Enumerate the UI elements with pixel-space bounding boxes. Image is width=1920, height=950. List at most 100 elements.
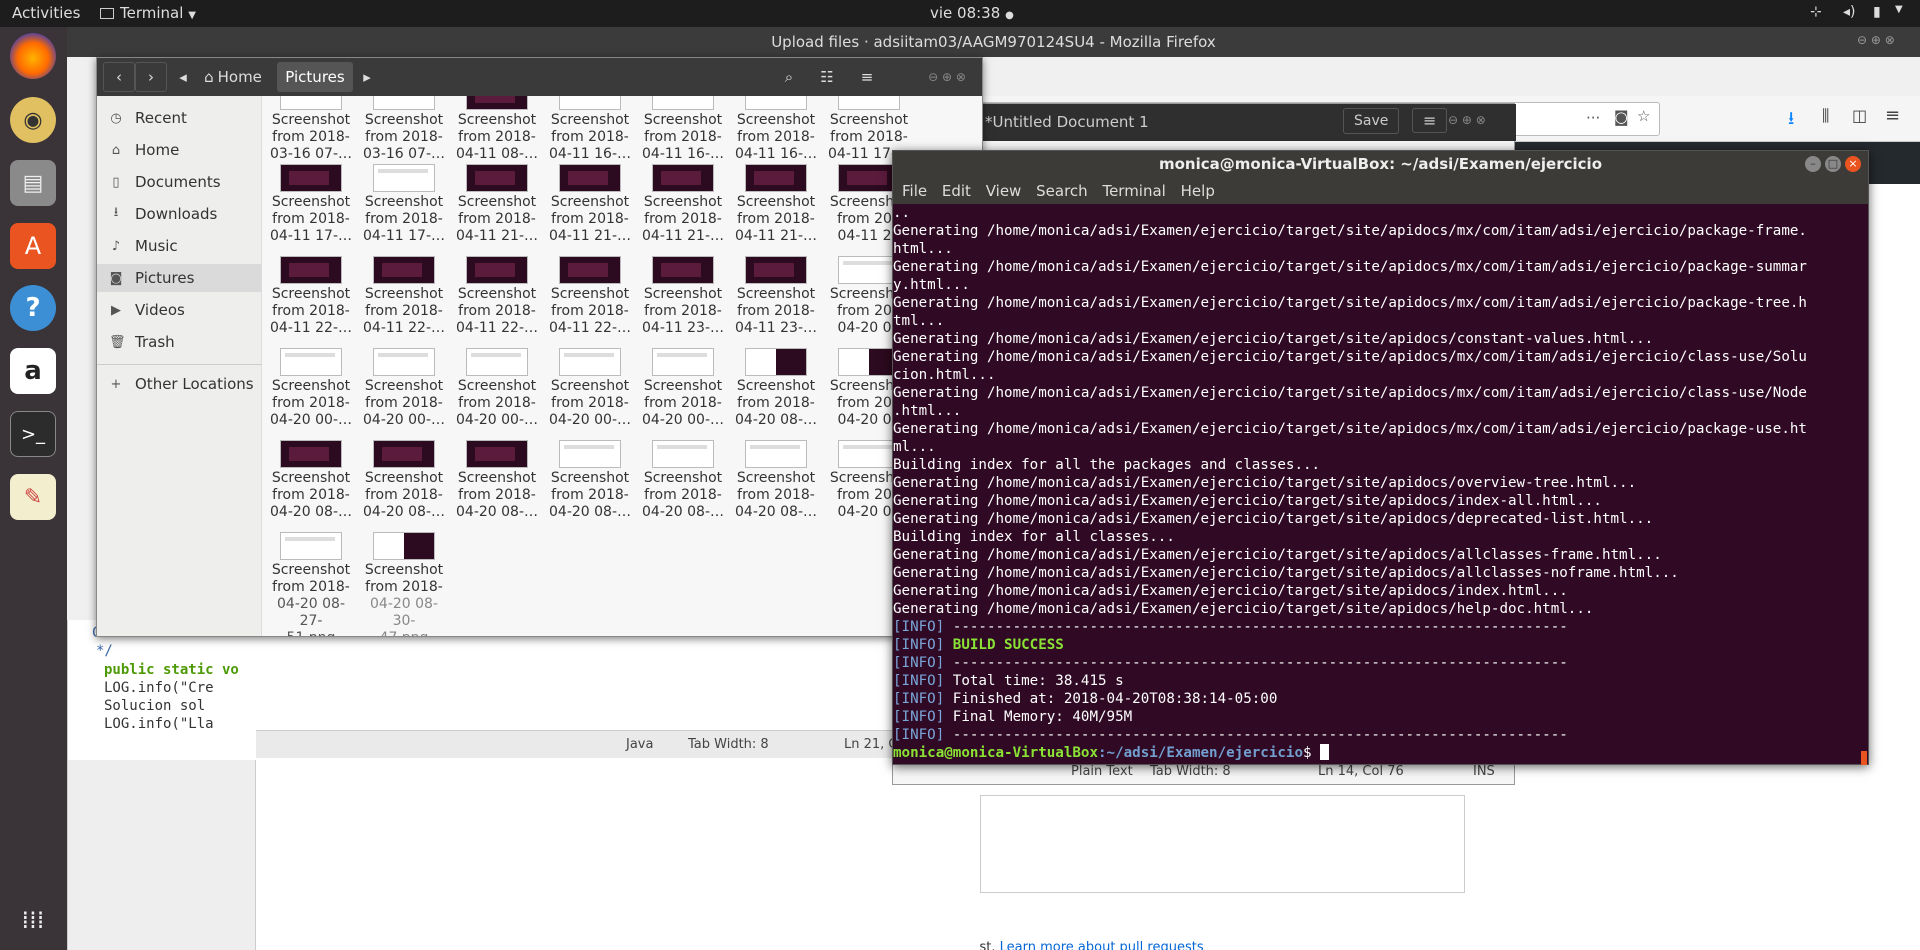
minimize-icon[interactable]: – (1805, 156, 1821, 172)
clock[interactable]: vie 08:38 ● (930, 4, 1014, 22)
file-item[interactable]: Screenshot from 2018- 04-11 23-… (639, 256, 727, 337)
file-item[interactable]: Screenshot from 2018- 04-11 22-… (267, 256, 355, 337)
volume-icon[interactable]: ◂) (1843, 4, 1856, 20)
search-button[interactable]: ⌕ (773, 62, 805, 92)
help-icon[interactable]: ? (10, 285, 56, 331)
sidebar-item-trash[interactable]: 🗑 Trash (97, 328, 262, 356)
menu-terminal[interactable]: Terminal (1102, 178, 1165, 204)
file-item[interactable]: Screenshot from 2018- 04-20 08-… (639, 440, 727, 521)
cursor-position[interactable]: Ln 14, Col 76 (1318, 764, 1404, 779)
commit-description-input[interactable] (980, 795, 1465, 893)
save-button[interactable]: Save (1343, 108, 1400, 134)
amazon-icon[interactable]: a (10, 348, 56, 394)
menu-edit[interactable]: Edit (942, 178, 971, 204)
firefox-window-controls[interactable]: ⊖ ⊕ ⊗ (1857, 33, 1895, 47)
file-item[interactable]: Screenshot from 2018- 04-11 21-… (732, 164, 820, 245)
files-icon[interactable]: ▤ (10, 160, 56, 206)
app-menu[interactable]: Terminal ▼ (100, 4, 196, 22)
menu-help[interactable]: Help (1181, 178, 1215, 204)
file-item[interactable]: Screenshot from 2018- 04-20 00-… (546, 348, 634, 429)
file-item[interactable]: Screenshot from 2018- 04-20 08-… (546, 440, 634, 521)
file-item[interactable]: Screenshot from 2018- 04-11 21-… (453, 164, 541, 245)
file-item[interactable]: Screenshot from 2018- 04-20 00-… (360, 348, 448, 429)
back-button[interactable]: ‹ (103, 62, 135, 92)
software-icon[interactable]: A (10, 223, 56, 269)
file-item[interactable]: Screenshot from 2018- 04-20 00-… (267, 348, 355, 429)
terminal-icon[interactable]: >_ (10, 411, 56, 457)
file-item[interactable]: Screenshot from 2018- 04-11 16-… (732, 96, 820, 163)
file-item[interactable]: Screenshot from 2018- 04-11 23-… (732, 256, 820, 337)
file-item[interactable]: Screenshot from 2018- 04-11 16-… (546, 96, 634, 163)
file-item[interactable]: Screenshot from 2018- 04-11 22-… (546, 256, 634, 337)
gedit-menu-icon[interactable]: ≡ (1412, 108, 1448, 133)
file-item[interactable]: Screenshot from 2018- 04-11 17-… (360, 164, 448, 245)
file-item[interactable]: Screenshotfrom 2018-04-20 08-27-51.png (267, 532, 355, 636)
file-item[interactable]: Screenshot from 2018- 03-16 07-… (360, 96, 448, 163)
page-actions-icon[interactable]: ··· (1586, 109, 1600, 127)
learn-more-link[interactable]: Learn more about pull requests (1000, 940, 1204, 950)
sidebar-item-other-locations[interactable]: + Other Locations (97, 370, 262, 398)
show-apps-icon[interactable]: ⁞⁞⁞ (10, 897, 56, 943)
file-item[interactable]: Screenshot from 2018- 04-11 08-… (453, 96, 541, 163)
files-menu-button[interactable]: ≡ (851, 62, 883, 92)
view-options-button[interactable]: ☷ (811, 62, 843, 92)
info-text: Total time: 38.415 s (944, 673, 1124, 689)
file-item[interactable]: Screenshot from 2018- 04-20 00-… (639, 348, 727, 429)
file-item[interactable]: Screenshot from 2018- 04-20 08-… (360, 440, 448, 521)
pocket-icon[interactable]: ◙ (1614, 108, 1629, 126)
file-item[interactable]: Screenshot from 2018- 04-20 08-… (732, 348, 820, 429)
sidebar-item-recent[interactable]: ◷ Recent (97, 104, 262, 132)
file-item[interactable]: Screenshot from 2018- 04-20 08-… (453, 440, 541, 521)
sidebar-item-pictures[interactable]: ◙ Pictures (97, 264, 262, 292)
file-item[interactable]: Screenshot from 2018- 03-16 07-… (267, 96, 355, 163)
firefox-icon[interactable] (10, 33, 56, 79)
tab-width-selector[interactable]: Tab Width: 8 (1150, 764, 1231, 779)
language-selector[interactable]: Java (626, 737, 653, 752)
system-menu-chevron-icon[interactable]: ▼ (1895, 4, 1903, 15)
sidebar-item-music[interactable]: ♪ Music (97, 232, 262, 260)
menu-search[interactable]: Search (1036, 178, 1088, 204)
terminal-prompt[interactable]: monica@monica-VirtualBox:~/adsi/Examen/e… (893, 744, 1868, 762)
terminal-output[interactable]: .. Generating /home/monica/adsi/Examen/ej… (893, 204, 1868, 764)
network-icon[interactable]: ⊹ (1810, 4, 1822, 20)
terminal-scrollbar[interactable] (1861, 751, 1867, 765)
file-name-line: 04-11 22-… (549, 320, 631, 336)
file-item[interactable]: Screenshot from 2018- 04-11 17-… (267, 164, 355, 245)
path-scroll-right[interactable]: ▸ (359, 62, 375, 92)
battery-icon[interactable]: ▮ (1873, 4, 1881, 20)
sidebar-item-videos[interactable]: ▶ Videos (97, 296, 262, 324)
sidebar-icon[interactable]: ◫ (1852, 106, 1867, 125)
sidebar-item-documents[interactable]: ▯ Documents (97, 168, 262, 196)
file-item[interactable]: Screenshot from 2018- 04-20 08-… (267, 440, 355, 521)
close-icon[interactable]: × (1845, 156, 1861, 172)
bookmark-star-icon[interactable]: ☆ (1637, 107, 1650, 125)
file-item[interactable]: Screenshot from 2018- 04-11 21-… (546, 164, 634, 245)
file-item[interactable]: Screenshot from 2018- 04-11 22-… (453, 256, 541, 337)
path-scroll-left[interactable]: ◂ (175, 62, 191, 92)
file-item[interactable]: Screenshot from 2018- 04-11 16-… (639, 96, 727, 163)
text-editor-icon[interactable]: ✎ (10, 474, 56, 520)
file-item[interactable]: Screenshot from 2018- 04-11 22-… (360, 256, 448, 337)
hamburger-menu-icon[interactable]: ≡ (1885, 105, 1900, 126)
breadcrumb-home[interactable]: ⌂ Home (193, 62, 273, 92)
file-item[interactable]: Screenshot from 2018- 04-20 00-… (453, 348, 541, 429)
library-icon[interactable]: ⫼ (1822, 106, 1829, 126)
language-selector[interactable]: Plain Text (1071, 764, 1133, 779)
breadcrumb-current[interactable]: Pictures (277, 62, 353, 92)
menu-view[interactable]: View (986, 178, 1022, 204)
gedit-window-controls[interactable]: ⊖ ⊕ ⊗ (1448, 113, 1486, 127)
forward-button[interactable]: › (135, 62, 167, 92)
sidebar-item-home[interactable]: ⌂ Home (97, 136, 262, 164)
sidebar-item-downloads[interactable]: ⭳ Downloads (97, 200, 262, 228)
downloads-icon[interactable]: ⭳ (1788, 106, 1794, 136)
menu-file[interactable]: File (902, 178, 927, 204)
maximize-icon[interactable]: □ (1825, 156, 1841, 172)
tab-width-selector[interactable]: Tab Width: 8 (688, 737, 769, 752)
rhythmbox-icon[interactable]: ◉ (10, 97, 56, 143)
file-item[interactable]: Screenshot from 2018- 04-20 08-… (732, 440, 820, 521)
file-item[interactable]: Screenshotfrom 2018-04-20 08-30-47.png (360, 532, 448, 636)
file-thumbnail (838, 164, 900, 192)
files-window-controls[interactable]: ⊖ ⊕ ⊗ (917, 62, 977, 92)
activities-button[interactable]: Activities (12, 4, 80, 22)
file-item[interactable]: Screenshot from 2018- 04-11 21-… (639, 164, 727, 245)
